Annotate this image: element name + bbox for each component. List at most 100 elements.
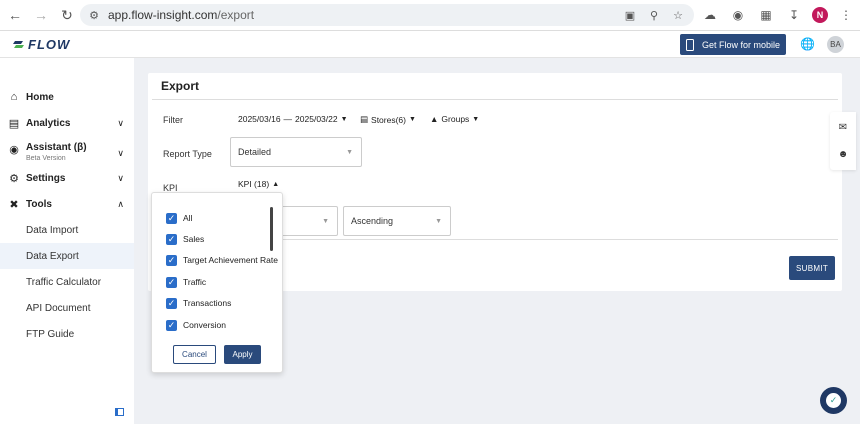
zoom-icon[interactable]: ⚲	[646, 7, 662, 23]
get-mobile-button[interactable]: Get Flow for mobile	[680, 34, 786, 55]
kpi-option-transactions[interactable]: ✓ Transactions	[166, 296, 231, 310]
gear-icon: ⚙	[9, 172, 19, 185]
home-icon: ⌂	[10, 91, 18, 103]
sidebar-item-assistant[interactable]: ◉ Assistant (β) Beta Version ∨	[0, 140, 134, 166]
date-start: 2025/03/16	[238, 114, 281, 124]
chevron-down-icon: ▼	[435, 217, 442, 225]
store-icon: ▤	[360, 114, 369, 124]
kpi-dropdown-panel: ✓ All ✓ Sales ✓ Target Achievement Rate …	[151, 192, 283, 373]
caret-down-icon: ▼	[472, 115, 480, 123]
sort-order-value: Ascending	[351, 216, 394, 226]
groups-dropdown[interactable]: ▲ Groups ▼	[430, 114, 479, 124]
chat-bubbles-icon[interactable]: ✉	[837, 121, 849, 133]
checkbox-checked-icon[interactable]: ✓	[166, 319, 177, 331]
install-app-icon[interactable]: ▣	[622, 7, 638, 23]
cancel-button[interactable]: Cancel	[173, 345, 216, 364]
sidebar-subitem-label: Data Import	[26, 224, 79, 236]
kpi-option-label: Traffic	[183, 277, 207, 287]
sidebar-tools-label: Tools	[26, 198, 52, 210]
chevron-down-icon: ▼	[346, 148, 353, 156]
sidebar-subitem-data-import[interactable]: Data Import	[0, 217, 134, 243]
chevron-down-icon: ∨	[117, 117, 124, 128]
sidebar-item-analytics[interactable]: ▤ Analytics ∨	[0, 112, 134, 134]
back-icon[interactable]: ←	[4, 4, 26, 26]
bookmark-star-icon[interactable]: ☆	[670, 7, 686, 23]
flow-logo-icon	[13, 40, 24, 48]
url-path: /export	[217, 8, 255, 22]
hierarchy-icon: ▲	[430, 114, 439, 124]
chat-logo-icon: ✓	[826, 393, 841, 408]
user-avatar[interactable]: BA	[827, 36, 844, 53]
sidebar-item-tools[interactable]: ✖ Tools ∧	[0, 193, 134, 215]
logo-text: FLOW	[28, 37, 71, 52]
flow-logo[interactable]: FLOW	[13, 37, 70, 52]
sidebar-collapse-icon[interactable]	[115, 408, 124, 416]
sidebar: ⌂ Home ▤ Analytics ∨ ◉ Assistant (β) Bet…	[0, 58, 134, 424]
site-info-icon[interactable]: ⚙	[86, 7, 102, 23]
kpi-scrollbar[interactable]	[270, 207, 273, 251]
chevron-down-icon: ∨	[117, 147, 124, 158]
sidebar-item-settings[interactable]: ⚙ Settings ∨	[0, 167, 134, 189]
sidebar-subitem-label: API Document	[26, 302, 91, 314]
app-header: FLOW Get Flow for mobile 🌐 BA	[0, 31, 860, 58]
date-separator: —	[283, 114, 293, 124]
url-host: app.flow-insight.com	[108, 8, 218, 22]
address-bar[interactable]: ⚙ app.flow-insight.com/export ▣ ⚲ ☆	[80, 4, 694, 26]
kpi-option-sales[interactable]: ✓ Sales	[166, 232, 204, 246]
checkbox-checked-icon[interactable]: ✓	[166, 254, 177, 266]
reload-icon[interactable]: ↻	[56, 4, 78, 26]
checkbox-checked-icon[interactable]: ✓	[166, 297, 177, 309]
caret-down-icon: ▼	[409, 116, 416, 123]
kpi-option-label: Transactions	[183, 298, 232, 308]
sidebar-subitem-label: Traffic Calculator	[26, 276, 102, 288]
profile-avatar[interactable]: N	[812, 7, 828, 23]
report-type-select[interactable]: Detailed ▼	[230, 137, 362, 167]
chevron-down-icon: ∨	[117, 172, 124, 183]
sort-order-select[interactable]: Ascending ▼	[343, 206, 451, 236]
kpi-option-target-achievement[interactable]: ✓ Target Achievement Rate	[166, 253, 278, 267]
apply-button[interactable]: Apply	[224, 345, 261, 364]
sidebar-subitem-traffic-calculator[interactable]: Traffic Calculator	[0, 269, 134, 295]
camera-extension-icon[interactable]: ◉	[728, 5, 748, 25]
caret-up-icon: ▲	[272, 180, 280, 188]
forward-icon[interactable]: →	[30, 4, 52, 26]
kpi-dropdown-trigger[interactable]: KPI (18) ▲	[238, 179, 279, 189]
cloud-extension-icon[interactable]: ☁	[700, 5, 720, 25]
stores-label: Stores(6)	[371, 114, 406, 125]
submit-button[interactable]: SUBMIT	[789, 256, 835, 280]
sidebar-home-label: Home	[26, 91, 54, 103]
stores-dropdown[interactable]: ▤ Stores(6) ▼	[360, 114, 416, 125]
filter-label: Filter	[163, 115, 183, 125]
sidebar-item-home[interactable]: ⌂ Home	[0, 86, 134, 108]
chevron-down-icon: ▼	[322, 217, 329, 225]
checkbox-checked-icon[interactable]: ✓	[166, 233, 177, 245]
chart-icon: ▤	[8, 117, 20, 130]
support-chat-button[interactable]: ✓	[820, 387, 847, 414]
menu-kebab-icon[interactable]: ⋮	[836, 5, 856, 25]
page-title: Export	[161, 79, 200, 93]
report-type-value: Detailed	[238, 147, 272, 157]
kpi-option-all[interactable]: ✓ All	[166, 211, 192, 225]
url-text: app.flow-insight.com/export	[108, 8, 254, 22]
download-icon[interactable]: ↧	[784, 5, 804, 25]
sidebar-subitem-label: FTP Guide	[26, 328, 75, 340]
kpi-option-traffic[interactable]: ✓ Traffic	[166, 275, 206, 289]
sidebar-subitem-api-document[interactable]: API Document	[0, 295, 134, 321]
caret-down-icon: ▼	[340, 115, 348, 123]
kpi-option-label: All	[183, 213, 193, 223]
sidebar-subitem-data-export[interactable]: Data Export	[0, 243, 134, 269]
checkbox-checked-icon[interactable]: ✓	[166, 276, 177, 288]
sidebar-subitem-ftp-guide[interactable]: FTP Guide	[0, 321, 134, 347]
sidebar-settings-label: Settings	[26, 172, 66, 184]
groups-label: Groups	[441, 114, 470, 124]
get-mobile-label: Get Flow for mobile	[701, 39, 781, 50]
date-range-picker[interactable]: 2025/03/16 — 2025/03/22 ▼	[238, 114, 348, 124]
kpi-option-conversion[interactable]: ✓ Conversion	[166, 318, 226, 332]
kpi-trigger-label: KPI (18)	[238, 179, 270, 189]
checkbox-checked-icon[interactable]: ✓	[166, 212, 177, 224]
users-group-icon[interactable]: ☻	[837, 148, 849, 160]
extensions-puzzle-icon[interactable]: ▦	[756, 5, 776, 25]
globe-icon[interactable]: 🌐	[800, 37, 815, 51]
kpi-option-label: Conversion	[183, 320, 226, 330]
right-float-toolbar: ✉ ☻	[830, 112, 856, 170]
